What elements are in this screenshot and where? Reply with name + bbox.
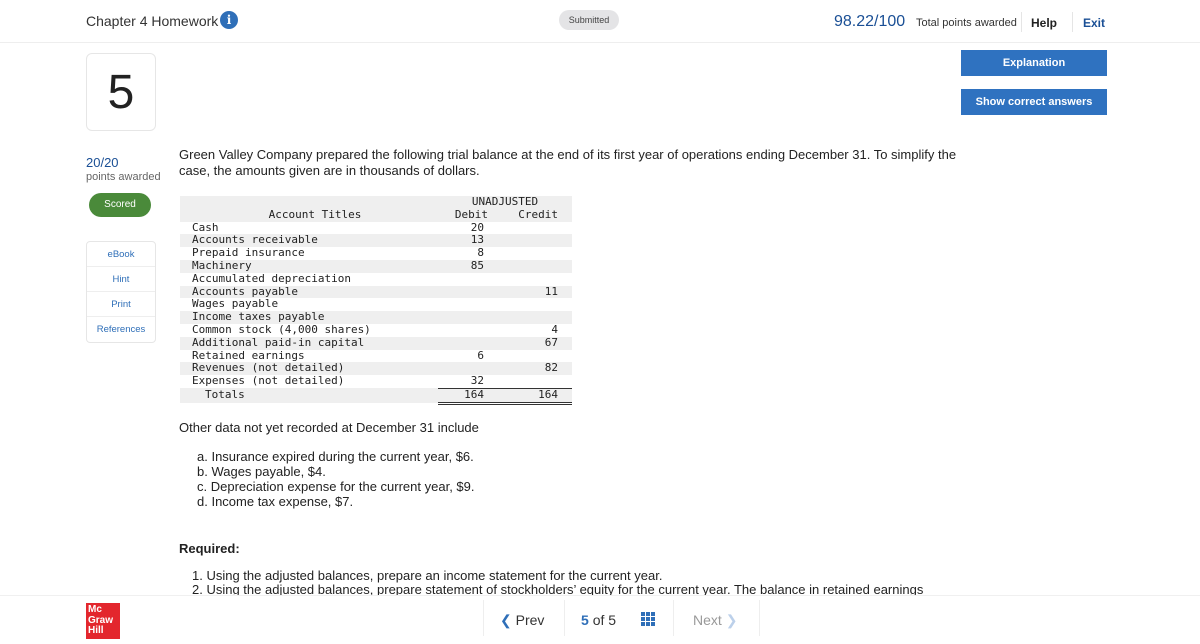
next-label: Next — [693, 612, 722, 628]
references-button[interactable]: References — [87, 317, 155, 342]
table-row: Additional paid-in capital 67 — [180, 335, 572, 350]
credit-cell: 4 — [551, 322, 558, 336]
account-title: Machinery — [192, 258, 252, 272]
header-group: UNADJUSTED Debit Credit — [438, 195, 572, 222]
print-button[interactable]: Print — [87, 292, 155, 317]
next-button[interactable]: Next ❯ — [693, 612, 737, 629]
question-number: 5 — [86, 53, 156, 131]
account-title: Common stock (4,000 shares) — [192, 322, 371, 336]
debit-cell — [438, 298, 488, 311]
credit-cell: 82 — [544, 361, 558, 375]
debit-cell — [438, 286, 488, 299]
totals-row: Totals 164 164 — [180, 387, 572, 405]
exit-button[interactable]: Exit — [1083, 16, 1105, 30]
tools-panel: eBook Hint Print References — [86, 241, 156, 343]
debit-cell — [438, 311, 488, 324]
credit-cell: 67 — [544, 335, 558, 349]
grid-icon[interactable] — [641, 612, 655, 626]
account-title: Additional paid-in capital — [192, 335, 365, 349]
divider — [1072, 12, 1073, 32]
credit-cell — [488, 311, 572, 324]
mcgraw-hill-logo: Mc Graw Hill — [86, 603, 120, 639]
list-item: b. Wages payable, $4. — [197, 464, 326, 479]
table-row: Common stock (4,000 shares) 4 — [180, 322, 572, 337]
table-row: Expenses (not detailed) 32 — [180, 374, 572, 389]
status-badge: Submitted — [559, 10, 619, 30]
debit-cell — [438, 324, 488, 337]
top-bar: Chapter 4 Homework i Submitted 98.22/100… — [0, 0, 1200, 43]
credit-total: 164 — [488, 387, 572, 405]
info-icon[interactable]: i — [220, 11, 238, 29]
debit-total: 164 — [438, 387, 488, 405]
total-pages: 5 — [608, 612, 617, 628]
credit-cell — [488, 375, 572, 388]
divider — [759, 600, 760, 636]
column-header-credit: Credit — [518, 207, 558, 221]
prev-button[interactable]: ❮ Prev — [500, 612, 544, 629]
page-indicator: 5 of 5 — [581, 612, 616, 628]
scored-badge: Scored — [89, 193, 151, 217]
total-score-label: Total points awarded — [916, 17, 1017, 29]
table-header: Account Titles UNADJUSTED Debit Credit — [180, 195, 572, 222]
account-title: Revenues (not detailed) — [192, 361, 345, 375]
divider — [483, 600, 484, 636]
list-item: 2. Using the adjusted balances, prepare … — [192, 582, 924, 596]
divider — [1021, 12, 1022, 32]
credit-cell: 11 — [544, 284, 558, 298]
hint-button[interactable]: Hint — [87, 267, 155, 292]
list-item: c. Depreciation expense for the current … — [197, 479, 475, 494]
column-header-account: Account Titles — [268, 207, 362, 221]
help-button[interactable]: Help — [1031, 16, 1057, 30]
credit-cell — [488, 247, 572, 260]
credit-cell — [488, 350, 572, 363]
explanation-button[interactable]: Explanation — [961, 50, 1107, 76]
account-title: Accumulated depreciation — [192, 271, 351, 285]
points-value: 20/20 — [86, 155, 119, 170]
account-title: Expenses (not detailed) — [192, 374, 345, 388]
assignment-title: Chapter 4 Homework — [86, 13, 219, 29]
chevron-left-icon: ❮ — [500, 612, 512, 628]
debit-cell — [438, 337, 488, 350]
group-header: UNADJUSTED — [471, 195, 539, 208]
list-item: a. Insurance expired during the current … — [197, 449, 474, 464]
current-page: 5 — [581, 612, 589, 628]
debit-cell: 85 — [470, 258, 484, 272]
table-row: Machinery 85 — [180, 258, 572, 273]
totals-label: Totals — [205, 388, 245, 402]
debit-cell: 6 — [477, 348, 484, 362]
ebook-button[interactable]: eBook — [87, 242, 155, 267]
other-data-intro: Other data not yet recorded at December … — [179, 420, 479, 435]
credit-cell — [488, 234, 572, 247]
show-correct-answers-button[interactable]: Show correct answers — [961, 89, 1107, 115]
prev-label: Prev — [515, 612, 545, 628]
header-sub: Debit Credit — [438, 207, 572, 222]
list-item: 1. Using the adjusted balances, prepare … — [192, 569, 663, 583]
credit-cell — [488, 273, 572, 286]
question-prompt: Green Valley Company prepared the follow… — [179, 147, 957, 178]
credit-cell — [488, 222, 572, 235]
credit-cell — [488, 260, 572, 273]
chevron-right-icon: ❯ — [725, 612, 738, 628]
credit-cell — [488, 298, 572, 311]
table-row: Revenues (not detailed) 82 — [180, 361, 572, 376]
total-score: 98.22/100 — [834, 13, 906, 30]
required-list: 1. Using the adjusted balances, prepare … — [192, 569, 972, 595]
other-data-list: a. Insurance expired during the current … — [197, 449, 475, 509]
list-item: d. Income tax expense, $7. — [197, 494, 354, 509]
points-label: points awarded — [86, 171, 161, 183]
divider — [564, 600, 565, 636]
of-label: of — [592, 612, 605, 628]
debit-cell: 32 — [470, 374, 484, 388]
required-heading: Required: — [179, 541, 240, 556]
column-header-debit: Debit — [454, 207, 488, 221]
debit-cell — [438, 273, 488, 286]
divider — [673, 600, 674, 636]
table-row: Accumulated depreciation — [180, 271, 572, 286]
trial-balance-table: Account Titles UNADJUSTED Debit Credit Ca… — [180, 195, 572, 405]
